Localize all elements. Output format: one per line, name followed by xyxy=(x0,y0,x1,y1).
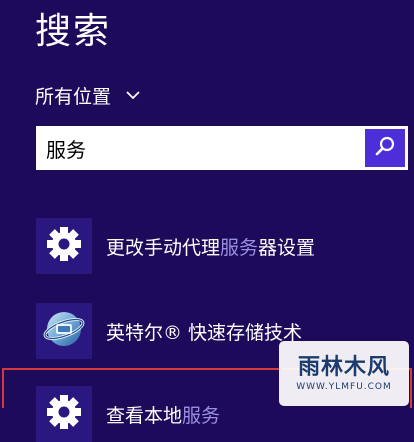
page-title: 搜索 xyxy=(35,11,112,52)
result-label: 查看本地服务 xyxy=(106,401,220,428)
result-label-text: 英特尔® 快速存储技术 xyxy=(106,321,303,344)
watermark-title: 雨林木风 xyxy=(297,354,390,380)
result-label-text: 查看本地 xyxy=(106,404,183,427)
result-item-proxy-settings[interactable]: 更改手动代理服务器设置 xyxy=(36,218,315,274)
result-item-view-local-services[interactable]: 查看本地服务 xyxy=(36,386,220,442)
chevron-down-icon xyxy=(125,87,141,103)
search-icon xyxy=(374,135,396,161)
search-scope-dropdown[interactable]: 所有位置 xyxy=(35,80,141,110)
search-input[interactable] xyxy=(36,126,365,170)
search-box xyxy=(36,126,408,170)
result-label-match: 服务 xyxy=(182,404,221,427)
search-scope-label: 所有位置 xyxy=(35,85,112,108)
result-tile xyxy=(36,386,92,442)
result-label: 英特尔® 快速存储技术 xyxy=(106,318,302,345)
watermark-url: WWW.YLMFU.COM xyxy=(296,381,392,392)
result-item-intel-rst[interactable]: 英特尔® 快速存储技术 xyxy=(36,303,302,359)
result-tile xyxy=(36,218,92,274)
result-label-text: 更改手动代理 xyxy=(106,236,221,259)
result-label-match: 服务 xyxy=(220,236,259,259)
gear-icon xyxy=(44,392,84,436)
result-label: 更改手动代理服务器设置 xyxy=(106,233,315,260)
watermark-logo: 雨林木风 WWW.YLMFU.COM xyxy=(279,341,409,406)
gear-icon xyxy=(44,224,84,268)
intel-rst-icon xyxy=(42,307,86,355)
result-tile xyxy=(36,303,92,359)
result-label-text: 器设置 xyxy=(258,236,316,259)
search-button[interactable] xyxy=(365,129,405,167)
